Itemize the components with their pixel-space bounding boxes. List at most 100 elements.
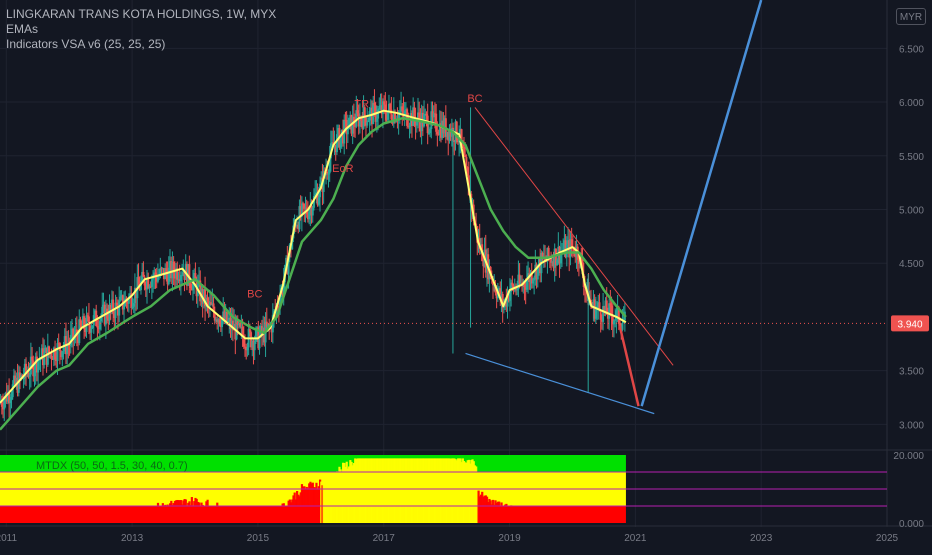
candle-body (383, 101, 385, 104)
candle-body (429, 129, 431, 133)
candle-body (92, 326, 94, 329)
time-axis-tick: 2015 (247, 533, 270, 544)
osc-histogram-bar (100, 522, 102, 523)
candle-body (9, 400, 11, 403)
candle-body (384, 105, 386, 115)
price-axis-tick: 3.500 (899, 367, 924, 378)
candle-body (532, 280, 534, 283)
candle-body (366, 122, 368, 126)
candle-body (336, 134, 338, 152)
candle-body (571, 239, 573, 246)
candle-body (123, 306, 125, 309)
candle-body (387, 112, 389, 120)
price-axis-tick: 6.500 (899, 44, 924, 55)
candle-body (357, 110, 359, 113)
candle-body (249, 329, 251, 332)
candle-body (180, 275, 182, 281)
osc-axis-tick: 0.000 (899, 519, 924, 530)
annotation-label: TR (354, 98, 369, 110)
candle-body (151, 279, 153, 286)
price-chart[interactable]: 3.0003.5004.5005.0005.5006.0006.50020112… (0, 0, 932, 550)
time-axis-tick: 2021 (624, 533, 647, 544)
candle-body (168, 268, 170, 285)
candle-body (43, 352, 45, 365)
candle-body (131, 307, 133, 308)
price-axis-tick: 5.000 (899, 205, 924, 216)
candle-body (206, 298, 208, 301)
chart-title: LINGKARAN TRANS KOTA HOLDINGS, 1W, MYX (6, 7, 276, 22)
time-axis-tick: 2025 (876, 533, 899, 544)
osc-histogram-bar (608, 519, 610, 523)
oscillator-title: MTDX (50, 50, 1.5, 30, 40, 0.7) (36, 460, 188, 472)
candle-body (428, 133, 430, 134)
candle-body (31, 357, 33, 361)
ema-indicator-label[interactable]: EMAs (6, 22, 276, 37)
candle-body (378, 108, 380, 109)
candle-body (142, 272, 144, 277)
osc-histogram-bar (612, 522, 614, 523)
candle-body (37, 361, 39, 372)
time-axis-tick: 2013 (121, 533, 144, 544)
candle-body (556, 260, 558, 265)
candle-body (87, 315, 89, 316)
candle-body (318, 197, 320, 205)
annotation-label: BC (467, 93, 482, 105)
candle-body (190, 284, 192, 288)
candle-body (254, 342, 256, 350)
candle-body (90, 328, 92, 333)
candle-body (66, 345, 68, 354)
candle-body (401, 106, 403, 111)
candle-body (621, 323, 623, 330)
candle-body (116, 303, 118, 305)
time-axis-tick: 2019 (498, 533, 521, 544)
candle-body (3, 400, 5, 409)
candle-body (377, 110, 379, 119)
price-axis-tick: 3.000 (899, 420, 924, 431)
candle-body (566, 245, 568, 257)
candle-body (157, 277, 159, 282)
annotation-label: BC (247, 289, 262, 301)
osc-axis-tick: 20.000 (893, 451, 924, 462)
candle-body (99, 321, 101, 329)
candle-body (181, 275, 183, 276)
candle-body (526, 280, 528, 289)
candle-body (50, 353, 52, 358)
candle-body (11, 397, 13, 400)
candle-body (389, 104, 391, 110)
candle-body (367, 120, 369, 122)
candle-body (376, 119, 378, 122)
osc-histogram-bar (598, 518, 600, 523)
candle-body (246, 347, 248, 350)
candle-body (614, 319, 616, 320)
candle-body (118, 300, 120, 315)
price-axis-tick: 4.500 (899, 259, 924, 270)
last-price-label: 3.940 (897, 319, 922, 330)
candle-body (56, 343, 58, 361)
vsa-indicator-label[interactable]: Indicators VSA v6 (25, 25, 25) (6, 37, 276, 52)
price-axis-tick: 5.500 (899, 152, 924, 163)
candle-body (464, 155, 466, 157)
candle-body (347, 129, 349, 134)
currency-badge[interactable]: MYR (896, 8, 926, 25)
candle-body (312, 208, 314, 216)
annotation-label: EoR (332, 163, 353, 175)
osc-histogram-bar (79, 522, 81, 523)
chart-stage: 3.0003.5004.5005.0005.5006.0006.50020112… (0, 0, 932, 550)
osc-histogram-bar (89, 521, 91, 523)
osc-histogram-bar (75, 522, 77, 523)
price-axis-tick: 6.000 (899, 98, 924, 109)
candle-body (533, 277, 535, 280)
candle-body (133, 303, 135, 307)
candle-body (436, 132, 438, 134)
candle-body (308, 212, 310, 220)
candle-body (609, 303, 611, 305)
chart-legend: LINGKARAN TRANS KOTA HOLDINGS, 1W, MYX E… (6, 7, 276, 52)
candle-body (63, 348, 65, 352)
candle-body (79, 319, 81, 325)
candle-body (255, 330, 257, 342)
osc-histogram-bar (601, 517, 603, 523)
candle-body (613, 321, 615, 324)
candle-body (595, 309, 597, 319)
candle-body (516, 289, 518, 290)
candle-body (34, 370, 36, 376)
